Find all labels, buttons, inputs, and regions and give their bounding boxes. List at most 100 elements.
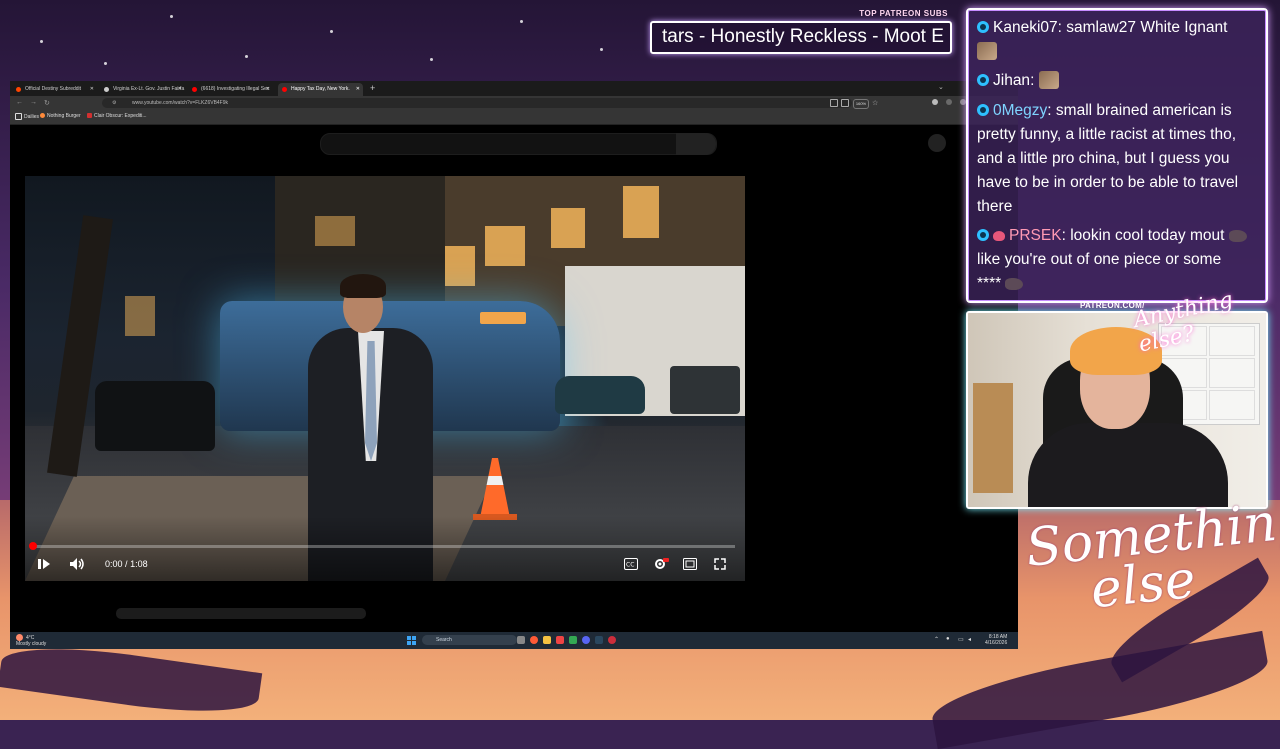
favicon-icon bbox=[282, 87, 287, 92]
bookmark-favicon-icon bbox=[40, 113, 45, 119]
browser-tab[interactable]: Virginia Ex-Lt. Gov. Justin Fairfa ✕ bbox=[100, 83, 185, 96]
back-icon[interactable]: ← bbox=[16, 99, 23, 106]
close-tab-icon[interactable]: ✕ bbox=[356, 83, 360, 96]
bookmark-item[interactable]: Clair Obscur: Expediti... bbox=[87, 113, 147, 119]
new-tab-button[interactable]: + bbox=[370, 83, 375, 94]
star-decoration bbox=[104, 62, 107, 65]
chat-colon: : bbox=[1047, 102, 1056, 119]
app-icon[interactable] bbox=[556, 636, 564, 644]
emote-icon bbox=[977, 42, 997, 60]
weather-temp: 4°C bbox=[26, 634, 35, 641]
chat-colon: : bbox=[1061, 227, 1071, 244]
speaker-icon[interactable]: ◂ bbox=[968, 636, 971, 643]
chat-badge-icon bbox=[977, 104, 989, 116]
close-tab-icon[interactable]: ✕ bbox=[178, 83, 182, 96]
controls-gradient bbox=[25, 516, 745, 581]
star-decoration bbox=[600, 48, 603, 51]
fullscreen-icon[interactable] bbox=[714, 558, 726, 570]
patreon-subs-ticker: tars - Honestly Reckless - Moot E bbox=[650, 21, 952, 54]
windows-start-icon[interactable] bbox=[407, 636, 416, 645]
scrubber-handle[interactable] bbox=[29, 542, 37, 550]
video-scene-window bbox=[445, 246, 475, 286]
chat-badge-icon bbox=[977, 229, 989, 241]
microphone-icon[interactable]: ● bbox=[946, 636, 950, 642]
youtube-search-input[interactable] bbox=[320, 133, 717, 155]
tab-title: Official Destiny Subreddit bbox=[25, 86, 82, 92]
emote-icon bbox=[1005, 278, 1024, 290]
svg-text:CC: CC bbox=[626, 562, 634, 569]
cast-icon[interactable] bbox=[830, 99, 838, 107]
browser-tab-active[interactable]: Happy Tax Day, New York. ✕ bbox=[278, 83, 363, 96]
system-clock[interactable]: 8:18 AM 4/16/2026 bbox=[985, 634, 1007, 646]
chrome-icon[interactable] bbox=[530, 636, 538, 644]
video-title-placeholder bbox=[116, 608, 366, 619]
chat-text: lookin cool today mout bbox=[1070, 227, 1225, 244]
forward-icon[interactable]: → bbox=[30, 99, 37, 106]
chat-message: Kaneki07: samlaw27 White Ignant bbox=[977, 16, 1247, 64]
volume-icon[interactable] bbox=[69, 557, 85, 571]
file-explorer-icon[interactable] bbox=[543, 636, 551, 644]
close-tab-icon[interactable]: ✕ bbox=[90, 83, 94, 96]
url-field[interactable]: ⚙ www.youtube.com/watch?v=FLKZ6VB4F9k bbox=[102, 98, 852, 108]
time-total: 1:08 bbox=[130, 559, 148, 569]
windows-taskbar: 4°C Mostly cloudy Search ⌃ ● ▭ ◂ 8:18 AM… bbox=[10, 632, 1018, 649]
reload-icon[interactable]: ↻ bbox=[44, 99, 50, 107]
bookmark-item[interactable]: Dailies bbox=[15, 113, 39, 120]
chat-username: Jihan bbox=[993, 72, 1031, 89]
star-decoration bbox=[170, 15, 173, 18]
chat-badge-icon bbox=[977, 74, 989, 86]
youtube-avatar[interactable] bbox=[928, 134, 946, 152]
weather-widget[interactable]: 4°C Mostly cloudy bbox=[16, 634, 46, 647]
chat-colon: : bbox=[1057, 19, 1067, 36]
progress-bar[interactable] bbox=[35, 545, 735, 548]
zoom-indicator[interactable]: 160% bbox=[853, 99, 869, 109]
chat-username: 0Megzy bbox=[993, 102, 1048, 119]
play-icon[interactable] bbox=[37, 557, 51, 571]
video-scene-window bbox=[623, 186, 659, 238]
app-icon[interactable] bbox=[569, 636, 577, 644]
install-app-icon[interactable] bbox=[841, 99, 849, 107]
extensions-icon[interactable] bbox=[932, 99, 938, 105]
bookmark-star-icon[interactable]: ☆ bbox=[872, 99, 878, 107]
chat-message: Jihan: bbox=[977, 69, 1247, 93]
task-view-icon[interactable] bbox=[517, 636, 525, 644]
webcam-person-shirt bbox=[1028, 423, 1228, 507]
time-current: 0:00 bbox=[105, 559, 123, 569]
profile-avatar-icon[interactable] bbox=[946, 99, 952, 105]
network-icon[interactable]: ▭ bbox=[958, 636, 964, 643]
close-tab-icon[interactable]: ✕ bbox=[266, 83, 270, 96]
bookmark-item[interactable]: Nothing Burger bbox=[40, 113, 81, 119]
browser-tab-bar: Official Destiny Subreddit ✕ Virginia Ex… bbox=[10, 81, 1018, 96]
tab-title: Virginia Ex-Lt. Gov. Justin Fairfa bbox=[113, 86, 185, 92]
captions-icon[interactable]: CC bbox=[624, 558, 638, 570]
weather-desc: Mostly cloudy bbox=[16, 641, 47, 647]
browser-tab[interactable]: Official Destiny Subreddit ✕ bbox=[12, 83, 97, 96]
tray-chevron-icon[interactable]: ⌃ bbox=[934, 636, 939, 643]
star-decoration bbox=[245, 55, 248, 58]
address-bar-row: ← → ↻ ⚙ www.youtube.com/watch?v=FLKZ6VB4… bbox=[10, 96, 1018, 110]
emote-icon bbox=[1038, 71, 1059, 89]
favicon-icon bbox=[16, 87, 21, 92]
chat-message: 0Megzy: small brained american is pretty… bbox=[977, 99, 1247, 219]
video-scene-hair bbox=[340, 274, 386, 298]
theater-mode-icon[interactable] bbox=[683, 558, 697, 570]
taskbar-search[interactable]: Search bbox=[422, 635, 517, 645]
video-scene-car bbox=[95, 381, 215, 451]
taskbar-search-placeholder: Search bbox=[436, 637, 452, 643]
webcam-shelf bbox=[973, 383, 1013, 493]
discord-icon[interactable] bbox=[582, 636, 590, 644]
bookmarks-bar: Dailies Nothing Burger Clair Obscur: Exp… bbox=[10, 110, 1018, 125]
screen-capture: Official Destiny Subreddit ✕ Virginia Ex… bbox=[10, 81, 1018, 649]
favicon-icon bbox=[104, 87, 109, 92]
bookmark-label: Dailies bbox=[24, 113, 40, 120]
site-info-icon[interactable]: ⚙ bbox=[112, 98, 116, 108]
youtube-search-button[interactable] bbox=[676, 133, 716, 155]
browser-tab[interactable]: (6618) Investigating Illegal Sec ✕ bbox=[188, 83, 273, 96]
obs-icon[interactable] bbox=[608, 636, 616, 644]
favicon-icon bbox=[192, 87, 197, 92]
tab-list-chevron-icon[interactable]: ⌄ bbox=[938, 83, 944, 91]
weather-icon bbox=[16, 634, 23, 641]
steam-icon[interactable] bbox=[595, 636, 603, 644]
settings-icon[interactable] bbox=[653, 557, 669, 571]
video-player[interactable]: 0:00 / 1:08 CC bbox=[25, 176, 745, 581]
